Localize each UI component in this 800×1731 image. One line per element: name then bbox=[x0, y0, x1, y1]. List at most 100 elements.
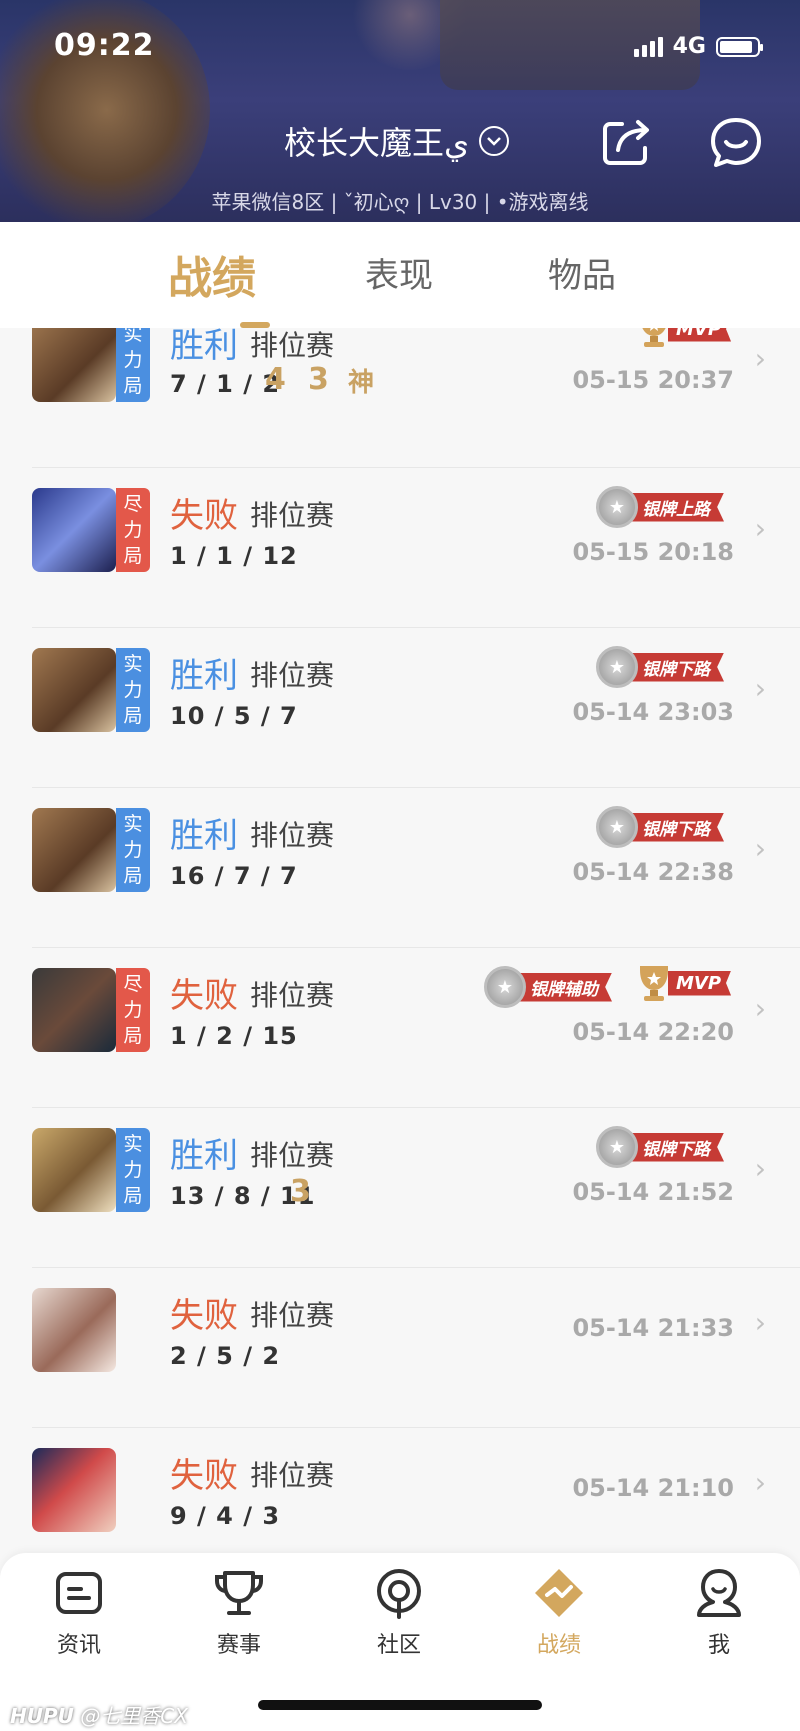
match-time: 05-14 21:52 bbox=[572, 1178, 734, 1206]
hero-avatar bbox=[32, 1288, 116, 1372]
mvp-badge: MVP bbox=[634, 328, 732, 348]
match-kda: 16 / 7 / 7 bbox=[170, 862, 298, 890]
match-time: 05-14 22:20 bbox=[572, 1018, 734, 1046]
tab-records[interactable]: 战绩 bbox=[168, 242, 256, 306]
match-list: 实力局 胜利 排位赛 7 / 1 / 2 4 3 神 MVP 05-15 20:… bbox=[0, 328, 800, 1553]
chevron-right-icon: › bbox=[754, 832, 766, 865]
hero-avatar bbox=[32, 1448, 116, 1532]
silver-badge: ★ 银牌下路 bbox=[596, 806, 724, 848]
match-kda: 2 / 5 / 2 bbox=[170, 1342, 281, 1370]
match-mode: 排位赛 bbox=[250, 499, 335, 532]
star-icon: ★ bbox=[596, 806, 638, 848]
match-time: 05-15 20:37 bbox=[572, 366, 734, 394]
match-result: 胜利 bbox=[170, 1136, 238, 1176]
nav-stats[interactable]: 战绩 bbox=[499, 1565, 619, 1659]
nav-events[interactable]: 赛事 bbox=[179, 1565, 299, 1659]
mode-tag: 实力局 bbox=[116, 808, 150, 892]
hero-avatar bbox=[32, 968, 116, 1052]
trophy-icon bbox=[215, 1571, 263, 1615]
nav-label: 赛事 bbox=[216, 1633, 261, 1658]
watermark-text: @七里香CX bbox=[80, 1704, 188, 1728]
hero-avatar bbox=[32, 648, 116, 732]
match-result: 失败 bbox=[170, 976, 238, 1016]
nav-label: 资讯 bbox=[56, 1633, 101, 1658]
match-time: 05-14 21:10 bbox=[572, 1474, 734, 1502]
mode-tag: 实力局 bbox=[116, 648, 150, 732]
mode-tag: 实力局 bbox=[116, 328, 150, 402]
mode-tag: 尽力局 bbox=[116, 488, 150, 572]
match-time: 05-14 22:38 bbox=[572, 858, 734, 886]
silver-badge: ★ 银牌下路 bbox=[596, 646, 724, 688]
profile-name: 校长大魔王ي bbox=[284, 124, 470, 162]
match-mode: 排位赛 bbox=[250, 979, 335, 1012]
match-result: 失败 bbox=[170, 496, 238, 536]
match-kda: 10 / 5 / 7 bbox=[170, 702, 298, 730]
chevron-right-icon: › bbox=[754, 1306, 766, 1339]
share-icon[interactable] bbox=[600, 116, 656, 168]
star-icon: ★ bbox=[596, 646, 638, 688]
home-indicator[interactable] bbox=[258, 1700, 542, 1710]
match-kda: 7 / 1 / 2 bbox=[170, 370, 281, 398]
achievement-quadra: 4 bbox=[265, 362, 286, 397]
match-kda: 9 / 4 / 3 bbox=[170, 1502, 281, 1530]
silver-badge: ★ 银牌辅助 bbox=[484, 966, 612, 1008]
chevron-right-icon: › bbox=[754, 992, 766, 1025]
star-icon: ★ bbox=[596, 1126, 638, 1168]
battery-icon bbox=[716, 36, 763, 57]
match-kda: 1 / 1 / 12 bbox=[170, 542, 298, 570]
silver-badge: ★ 银牌下路 bbox=[596, 1126, 724, 1168]
achievement-triple: 3 bbox=[308, 362, 329, 397]
hero-avatar bbox=[32, 328, 116, 402]
match-row[interactable]: 实力局 胜利 排位赛 10 / 5 / 7 ★ 银牌下路 05-14 23:03 … bbox=[0, 628, 800, 788]
chevron-right-icon: › bbox=[754, 512, 766, 545]
chat-icon[interactable] bbox=[708, 116, 764, 168]
signal-icon bbox=[633, 36, 663, 57]
profile-icon bbox=[697, 1569, 741, 1617]
match-kda: 1 / 2 / 15 bbox=[170, 1022, 298, 1050]
match-row[interactable]: 尽力局 失败 排位赛 1 / 2 / 15 ★ 银牌辅助 MVP 05-14 22… bbox=[0, 948, 800, 1108]
news-icon bbox=[56, 1572, 102, 1614]
nav-label: 我 bbox=[707, 1633, 730, 1658]
stats-icon bbox=[535, 1569, 583, 1617]
hero-avatar bbox=[32, 488, 116, 572]
mode-tag: 实力局 bbox=[116, 1128, 150, 1212]
achievement-triple: 3 bbox=[290, 1174, 311, 1209]
status-time: 09:22 bbox=[54, 28, 155, 63]
match-mode: 排位赛 bbox=[250, 1459, 335, 1492]
star-icon: ★ bbox=[596, 486, 638, 528]
match-result: 胜利 bbox=[170, 328, 238, 366]
match-result: 失败 bbox=[170, 1456, 238, 1496]
achievement-godlike: 神 bbox=[348, 368, 375, 398]
silver-badge: ★ 银牌上路 bbox=[596, 486, 724, 528]
profile-name-selector[interactable]: 校长大魔王ي bbox=[284, 118, 510, 164]
profile-header: 09:22 4G 校长大魔王ي 苹果微信8区 | ˇ初心ღ | Lv30 | •… bbox=[0, 0, 800, 222]
match-time: 05-15 20:18 bbox=[572, 538, 734, 566]
mode-tag: 尽力局 bbox=[116, 968, 150, 1052]
match-row[interactable]: 失败 排位赛 9 / 4 / 3 05-14 21:10 › bbox=[0, 1428, 800, 1553]
hero-avatar bbox=[32, 1128, 116, 1212]
chevron-right-icon: › bbox=[754, 672, 766, 705]
match-row[interactable]: 尽力局 失败 排位赛 1 / 1 / 12 ★ 银牌上路 05-15 20:18 … bbox=[0, 468, 800, 628]
star-icon: ★ bbox=[484, 966, 526, 1008]
nav-news[interactable]: 资讯 bbox=[19, 1565, 139, 1659]
match-row[interactable]: 实力局 胜利 排位赛 7 / 1 / 2 4 3 神 MVP 05-15 20:… bbox=[0, 328, 800, 468]
match-time: 05-14 21:33 bbox=[572, 1314, 734, 1342]
nav-community[interactable]: 社区 bbox=[339, 1565, 459, 1659]
match-row[interactable]: 实力局 胜利 排位赛 16 / 7 / 7 ★ 银牌下路 05-14 22:38 … bbox=[0, 788, 800, 948]
match-mode: 排位赛 bbox=[250, 1139, 335, 1172]
match-mode: 排位赛 bbox=[250, 329, 335, 362]
chevron-right-icon: › bbox=[754, 1466, 766, 1499]
nav-me[interactable]: 我 bbox=[659, 1565, 779, 1659]
nav-label: 社区 bbox=[376, 1633, 421, 1658]
tab-items[interactable]: 物品 bbox=[548, 248, 616, 297]
nav-label: 战绩 bbox=[536, 1633, 581, 1658]
match-result: 胜利 bbox=[170, 816, 238, 856]
match-time: 05-14 23:03 bbox=[572, 698, 734, 726]
match-row[interactable]: 失败 排位赛 2 / 5 / 2 05-14 21:33 › bbox=[0, 1268, 800, 1428]
tab-performance[interactable]: 表现 bbox=[365, 248, 433, 297]
watermark-brand: HUPU bbox=[10, 1704, 74, 1728]
status-indicators: 4G bbox=[633, 34, 763, 59]
match-mode: 排位赛 bbox=[250, 659, 335, 692]
match-row[interactable]: 实力局 胜利 排位赛 13 / 8 / 11 3 ★ 银牌下路 05-14 21:… bbox=[0, 1108, 800, 1268]
chevron-down-icon bbox=[479, 126, 510, 156]
